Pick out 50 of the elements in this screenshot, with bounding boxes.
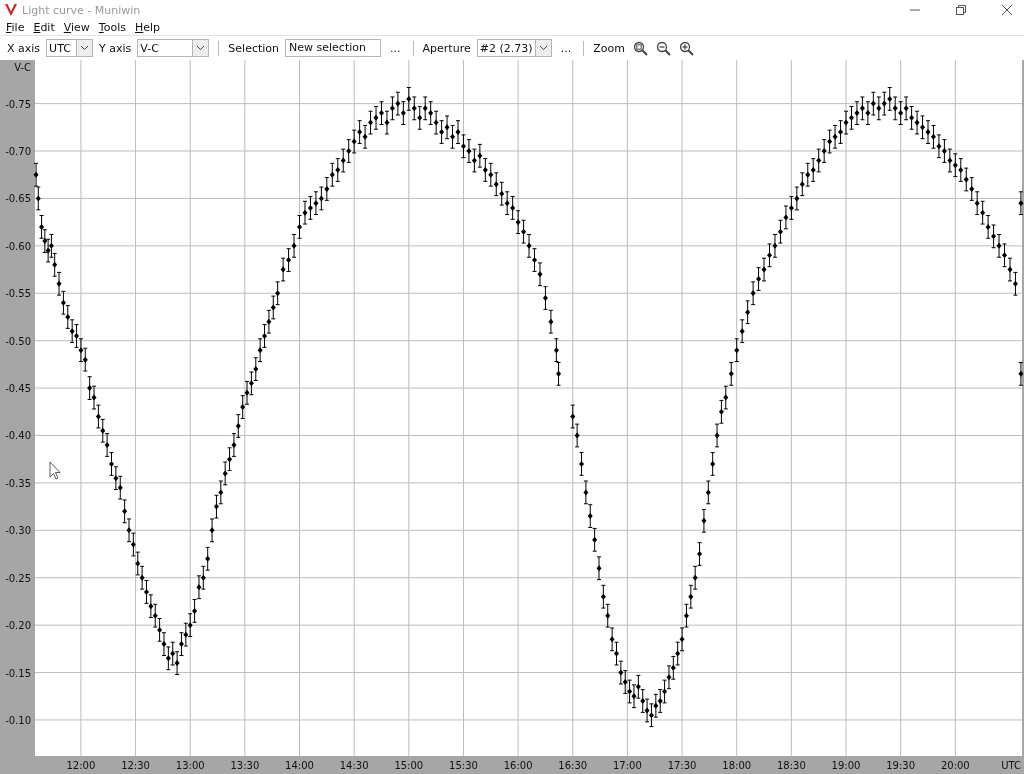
y-tick-label: -0.70 bbox=[5, 146, 31, 158]
x-tick-label: 15:30 bbox=[449, 760, 478, 771]
x-tick-label: 20:00 bbox=[940, 760, 970, 771]
y-tick-label: -0.50 bbox=[5, 335, 31, 347]
x-axis-label: X axis bbox=[7, 41, 41, 55]
x-axis-title: UTC bbox=[1001, 760, 1021, 771]
y-tick-label: -0.25 bbox=[5, 572, 31, 584]
x-tick-label: 15:00 bbox=[394, 760, 424, 771]
y-tick-label: -0.10 bbox=[5, 714, 31, 726]
more-button[interactable]: ... bbox=[387, 41, 404, 55]
y-tick-label: -0.65 bbox=[5, 193, 31, 205]
y-tick-label: -0.35 bbox=[5, 477, 31, 489]
zoom-label: Zoom bbox=[593, 41, 625, 55]
x-tick-label: 16:30 bbox=[558, 760, 588, 771]
more-button[interactable]: ... bbox=[557, 41, 575, 55]
y-tick-label: -0.60 bbox=[5, 240, 31, 252]
aperture-label: Aperture bbox=[422, 41, 471, 55]
x-tick-label: 16:00 bbox=[503, 760, 533, 771]
x-axis-dropdown[interactable]: UTC bbox=[46, 39, 94, 57]
x-tick-label: 12:00 bbox=[66, 760, 96, 771]
x-tick-label: 13:00 bbox=[175, 760, 205, 771]
y-tick-label: -0.40 bbox=[5, 430, 31, 442]
menu-item[interactable]: Tools bbox=[98, 21, 126, 34]
menu-item[interactable]: View bbox=[63, 21, 90, 34]
y-tick-label: -0.55 bbox=[5, 288, 31, 300]
x-tick-label: 19:00 bbox=[831, 760, 861, 771]
x-tick-label: 19:30 bbox=[886, 760, 916, 771]
y-tick-label: -0.15 bbox=[5, 667, 31, 679]
y-axis-dropdown[interactable]: V-C bbox=[137, 39, 210, 57]
menu-item[interactable]: Help bbox=[134, 21, 161, 34]
x-tick-label: 18:30 bbox=[776, 760, 806, 771]
menu-item[interactable]: Edit bbox=[33, 21, 55, 34]
aperture-dropdown[interactable]: #2 (2.73) bbox=[476, 39, 552, 57]
x-tick-label: 14:30 bbox=[339, 760, 369, 771]
selection-label: Selection bbox=[228, 41, 280, 55]
x-tick-label: 12:30 bbox=[121, 760, 150, 771]
x-tick-label: 13:30 bbox=[230, 760, 260, 771]
y-tick-label: -0.20 bbox=[5, 620, 31, 632]
x-tick-label: 17:30 bbox=[667, 760, 697, 771]
y-axis-title: V-C bbox=[14, 62, 31, 73]
y-tick-label: -0.30 bbox=[5, 525, 31, 537]
y-tick-label: -0.45 bbox=[5, 383, 31, 395]
x-tick-label: 14:00 bbox=[285, 760, 314, 771]
y-tick-label: -0.75 bbox=[5, 98, 31, 110]
selection-field[interactable]: New selection bbox=[285, 39, 382, 57]
x-tick-label: 17:00 bbox=[613, 760, 642, 771]
x-tick-label: 18:00 bbox=[722, 760, 752, 771]
window-title: Light curve - Muniwin bbox=[22, 3, 141, 17]
menu-item[interactable]: File bbox=[6, 21, 25, 34]
y-axis-label: Y axis bbox=[99, 41, 132, 55]
